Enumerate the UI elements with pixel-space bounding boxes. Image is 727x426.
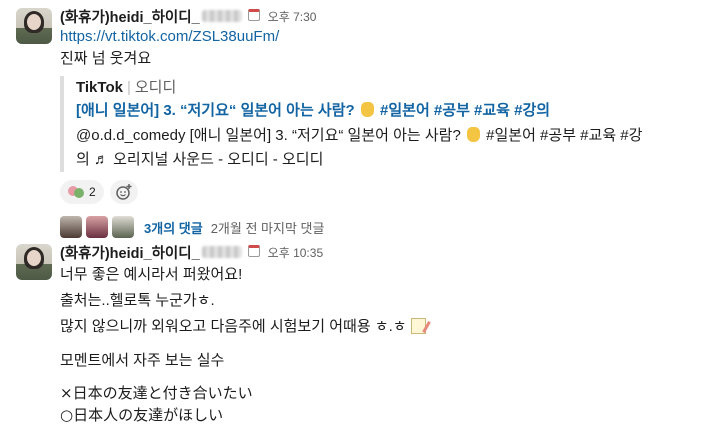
preview-header: TikTok | 오디디 xyxy=(76,78,676,98)
message-header: (화휴가)heidi_하이디_ 오후 7:30 xyxy=(60,6,717,26)
preview-desc-text: @o.d.d_comedy [애니 일본어] 3. “저기요“ 일본어 아는 사… xyxy=(76,127,465,144)
preview-author: 오디디 xyxy=(134,79,177,96)
add-emoji-icon xyxy=(115,184,132,200)
avatar[interactable] xyxy=(16,244,52,280)
preview-title-text: [애니 일본어] 3. “저기요“ 일본어 아는 사람? xyxy=(76,102,359,119)
raised-hand-icon xyxy=(360,102,374,117)
reply-avatar xyxy=(86,216,108,238)
blurred-name xyxy=(201,10,242,22)
raised-hand-icon xyxy=(466,127,480,142)
preview-desc-sound: 의 ♬ 오리지널 사운드 - 오디디 - 오디디 xyxy=(76,151,324,168)
sender-name[interactable]: (화휴가)heidi_하이디_ xyxy=(60,242,200,263)
memo-icon xyxy=(410,318,426,334)
timestamp[interactable]: 오후 7:30 xyxy=(268,8,317,25)
add-reaction-button[interactable] xyxy=(109,180,138,204)
avatar[interactable] xyxy=(16,8,52,44)
reaction-emoji-icon xyxy=(68,185,84,199)
preview-description: @o.d.d_comedy [애니 일본어] 3. “저기요“ 일본어 아는 사… xyxy=(76,124,676,172)
sender-name[interactable]: (화휴가)heidi_하이디_ xyxy=(60,6,200,27)
message-line: 출처는..헬로톡 누군가ㅎ. xyxy=(60,292,215,309)
calendar-icon xyxy=(247,9,260,21)
reaction-pill[interactable]: 2 xyxy=(60,180,104,204)
last-reply-time: 2개월 전 마지막 댓글 xyxy=(210,220,325,236)
message-line: ○日本人の友達がほしい xyxy=(60,406,224,424)
preview-title-tags: #일본어 #공부 #교육 #강의 xyxy=(375,102,551,119)
preview-desc-tags: #일본어 #공부 #교육 #강 xyxy=(481,127,643,144)
reactions-bar: 2 xyxy=(60,180,717,204)
message-line: 너무 좋은 예시라서 퍼왔어요! xyxy=(60,266,243,283)
timestamp[interactable]: 오후 10:35 xyxy=(268,244,323,261)
reply-avatar xyxy=(60,216,82,238)
blurred-name xyxy=(201,246,242,258)
preview-title[interactable]: [애니 일본어] 3. “저기요“ 일본어 아는 사람? #일본어 #공부 #교… xyxy=(76,100,676,122)
thread-summary[interactable]: 3개의 댓글 2개월 전 마지막 댓글 xyxy=(60,216,717,238)
link-preview: TikTok | 오디디 [애니 일본어] 3. “저기요“ 일본어 아는 사람? … xyxy=(60,76,676,172)
message-line-text: 많지 않으니까 외워오고 다음주에 시험보기 어때용 ㅎ.ㅎ xyxy=(60,318,407,335)
message-header: (화휴가)heidi_하이디_ 오후 10:35 xyxy=(60,242,717,262)
message-link[interactable]: https://vt.tiktok.com/ZSL38uuFm/ xyxy=(60,26,717,48)
message-text: 진짜 넘 웃겨요 xyxy=(60,50,152,67)
preview-source: TikTok xyxy=(76,79,123,96)
calendar-icon xyxy=(247,245,260,257)
reaction-count: 2 xyxy=(89,185,96,199)
reply-count-link[interactable]: 3개의 댓글 xyxy=(144,218,203,237)
message-line: 많지 않으니까 외워오고 다음주에 시험보기 어때용 ㅎ.ㅎ xyxy=(60,316,717,338)
message-line: 모멘트에서 자주 보는 실수 xyxy=(60,352,225,369)
reply-avatar xyxy=(112,216,134,238)
message-line: ×日本の友達と付き合いたい xyxy=(60,384,253,402)
preview-divider: | xyxy=(126,79,131,96)
